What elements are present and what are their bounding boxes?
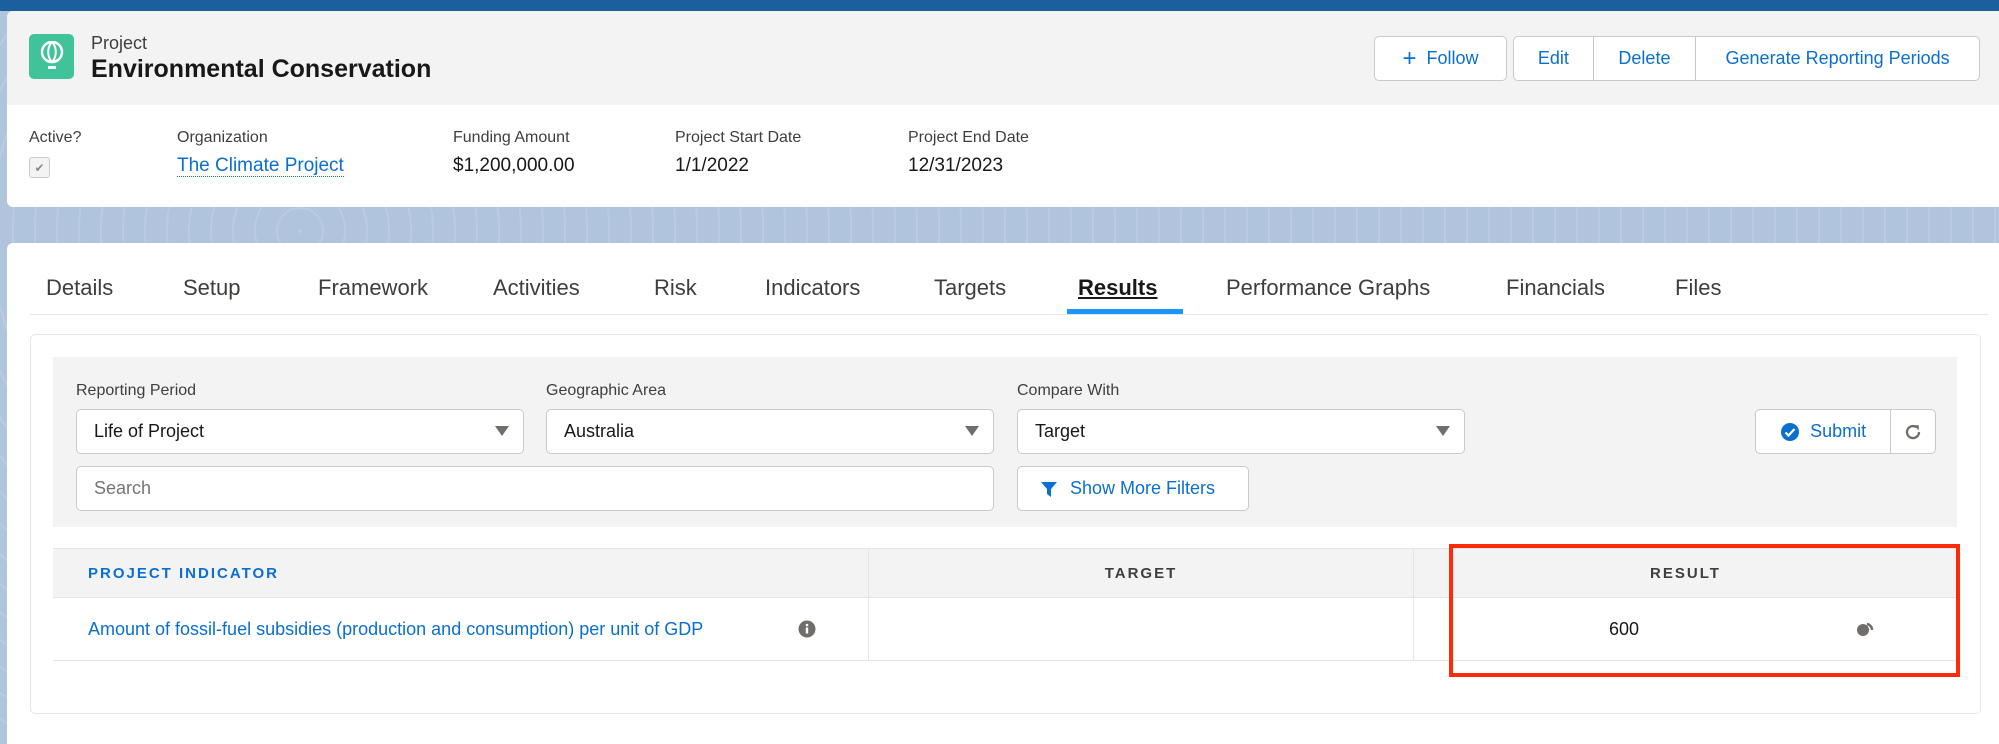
field-label: Organization — [177, 129, 268, 146]
indicator-link[interactable]: Amount of fossil-fuel subsidies (product… — [88, 598, 703, 660]
results-panel: Reporting Period Life of Project Geograp… — [30, 334, 1981, 714]
plus-icon: + — [1402, 44, 1417, 72]
tab-indicators[interactable]: Indicators — [765, 275, 860, 301]
target-cell — [869, 598, 1413, 660]
main-content: Details Setup Framework Activities Risk … — [7, 243, 1999, 744]
tab-activities[interactable]: Activities — [493, 275, 580, 301]
column-header-target: TARGET — [1104, 564, 1178, 582]
chevron-down-icon — [1436, 426, 1450, 436]
tab-performance-graphs[interactable]: Performance Graphs — [1226, 275, 1430, 301]
reporting-period-value: Life of Project — [94, 421, 205, 441]
field-label: Project End Date — [908, 129, 1029, 146]
results-table: PROJECT INDICATOR TARGET RESULT Amount o… — [53, 548, 1957, 661]
refresh-button[interactable] — [1891, 410, 1935, 453]
reporting-period-label: Reporting Period — [76, 382, 197, 399]
field-label: Active? — [29, 129, 82, 146]
field-value: $1,200,000.00 — [453, 155, 575, 176]
info-icon[interactable] — [798, 598, 816, 660]
geographic-area-value: Australia — [564, 421, 635, 441]
search-input[interactable] — [76, 466, 994, 511]
header-highlights: Project Environmental Conservation + Fol… — [7, 11, 1999, 105]
tab-files[interactable]: Files — [1675, 275, 1721, 301]
result-cell: 600 — [1608, 618, 1640, 639]
record-actions: Edit Delete Generate Reporting Periods — [1513, 36, 1980, 81]
field-value: 12/31/2023 — [908, 155, 1004, 176]
top-band — [0, 0, 1999, 11]
field-end-date: Project End Date 12/31/2023 — [908, 129, 1029, 177]
tab-targets[interactable]: Targets — [934, 275, 1006, 301]
follow-label: Follow — [1426, 48, 1479, 68]
submit-refresh-group: Submit — [1755, 409, 1936, 454]
tab-results[interactable]: Results — [1078, 275, 1157, 301]
checkmark-icon: ✔ — [34, 160, 45, 175]
geographic-area-label: Geographic Area — [546, 382, 667, 399]
object-type-label: Project — [91, 33, 148, 53]
table-row: Amount of fossil-fuel subsidies (product… — [53, 598, 1957, 661]
tab-financials[interactable]: Financials — [1506, 275, 1605, 301]
reporting-period-select[interactable]: Life of Project — [76, 409, 524, 454]
compare-with-value: Target — [1035, 421, 1086, 441]
edit-button[interactable]: Edit — [1514, 37, 1594, 80]
field-label: Funding Amount — [453, 129, 570, 146]
field-start-date: Project Start Date 1/1/2022 — [675, 129, 801, 177]
field-value: 1/1/2022 — [675, 155, 749, 176]
show-more-filters-label: Show More Filters — [1070, 478, 1216, 498]
submit-label: Submit — [1810, 421, 1867, 441]
column-header-result: RESULT — [1650, 564, 1721, 582]
organization-link[interactable]: The Climate Project — [177, 155, 344, 177]
record-title: Environmental Conservation — [91, 55, 432, 83]
chevron-down-icon — [495, 426, 509, 436]
field-organization: Organization The Climate Project — [177, 129, 344, 177]
field-label: Project Start Date — [675, 129, 802, 146]
column-header-project-indicator[interactable]: PROJECT INDICATOR — [88, 549, 279, 597]
tab-bar: Details Setup Framework Activities Risk … — [30, 243, 1988, 315]
active-checkbox: ✔ — [29, 157, 50, 178]
record-header: Project Environmental Conservation + Fol… — [7, 11, 1999, 207]
check-circle-icon — [1781, 422, 1800, 441]
generate-reporting-periods-button[interactable]: Generate Reporting Periods — [1696, 37, 1979, 80]
refresh-icon — [1906, 424, 1921, 439]
hot-air-balloon-icon — [29, 34, 74, 79]
tab-risk[interactable]: Risk — [654, 275, 697, 301]
tab-details[interactable]: Details — [46, 275, 113, 301]
field-active: Active? ✔ — [29, 129, 81, 178]
delete-button[interactable]: Delete — [1594, 37, 1697, 80]
tab-framework[interactable]: Framework — [318, 275, 428, 301]
submit-button[interactable]: Submit — [1756, 410, 1892, 453]
active-tab-indicator — [1067, 309, 1183, 314]
tab-setup[interactable]: Setup — [183, 275, 241, 301]
compare-with-select[interactable]: Target — [1017, 409, 1465, 454]
comment-icon[interactable] — [1856, 598, 1876, 660]
filter-panel: Reporting Period Life of Project Geograp… — [53, 357, 1957, 527]
chevron-down-icon — [965, 426, 979, 436]
filter-icon — [1041, 481, 1057, 497]
compare-with-label: Compare With — [1017, 382, 1120, 399]
show-more-filters-button[interactable]: Show More Filters — [1017, 466, 1249, 511]
field-funding-amount: Funding Amount $1,200,000.00 — [453, 129, 575, 177]
table-header: PROJECT INDICATOR TARGET RESULT — [53, 548, 1957, 598]
follow-button[interactable]: + Follow — [1374, 36, 1507, 81]
geographic-area-select[interactable]: Australia — [546, 409, 994, 454]
